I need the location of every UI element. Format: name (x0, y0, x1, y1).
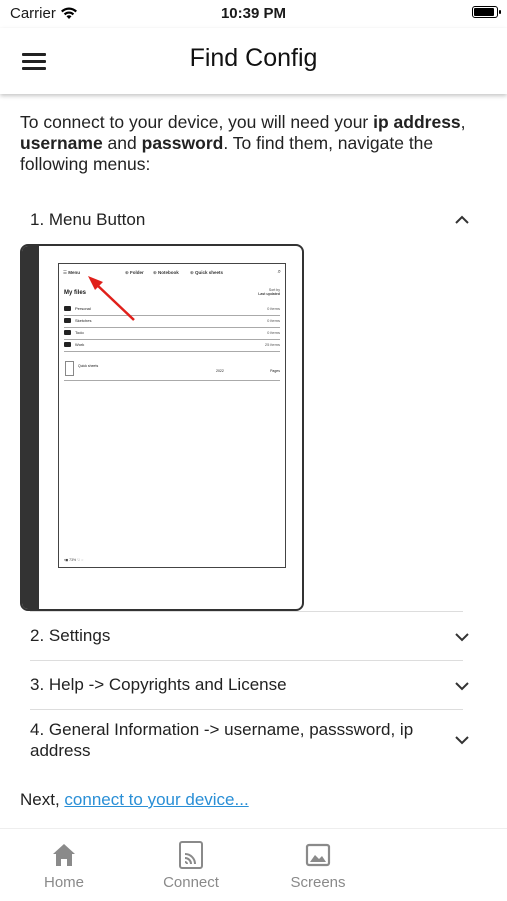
intro-text-part: and (102, 133, 142, 153)
battery-icon (472, 6, 501, 18)
tab-screens[interactable]: Screens (258, 841, 378, 891)
next-step-text: Next, connect to your device... (20, 790, 249, 810)
chevron-down-icon[interactable] (454, 678, 470, 694)
image-icon (305, 843, 331, 867)
tab-label: Home (43, 874, 84, 891)
panel-label: 2. Settings (30, 626, 111, 645)
device-illustration: ☰ Menu ⊕ Folder ⊕ Notebook ⊕ Quick sheet… (20, 244, 304, 611)
divider (30, 660, 463, 661)
divider (30, 709, 463, 710)
username-term: username (20, 133, 103, 153)
app-bar: Find Config (0, 28, 507, 94)
panel-help[interactable]: 3. Help -> Copyrights and License (30, 675, 470, 697)
divider (30, 611, 463, 612)
panel-menu-button[interactable]: 1. Menu Button (30, 210, 470, 232)
chevron-down-icon[interactable] (454, 629, 470, 645)
tab-connect[interactable]: Connect (131, 841, 251, 891)
home-icon (53, 844, 75, 866)
cast-icon (179, 841, 203, 869)
intro-text-part: To connect to your device, you will need… (20, 112, 374, 132)
ip-address-term: ip address (373, 112, 461, 132)
panel-settings[interactable]: 2. Settings (30, 626, 470, 648)
panel-label: 3. Help -> Copyrights and License (30, 675, 287, 694)
arrow-annotation-icon (88, 276, 135, 321)
status-bar: Carrier 10:39 PM (0, 0, 507, 28)
connect-link[interactable]: connect to your device... (64, 790, 248, 809)
tab-home[interactable]: Home (4, 841, 124, 891)
intro-text: To connect to your device, you will need… (20, 112, 492, 175)
panel-label: 4. General Information -> username, pass… (30, 720, 414, 760)
panel-label: 1. Menu Button (30, 210, 146, 229)
chevron-up-icon[interactable] (454, 212, 470, 228)
tab-label: Connect (163, 874, 219, 891)
tab-label: Screens (290, 874, 346, 891)
intro-text-part: , (460, 112, 466, 132)
page-title: Find Config (189, 44, 318, 72)
panel-general-information[interactable]: 4. General Information -> username, pass… (30, 719, 470, 763)
chevron-down-icon[interactable] (454, 732, 470, 748)
password-term: password (141, 133, 224, 153)
tab-bar: Home Connect Screens (0, 828, 507, 901)
status-time: 10:39 PM (220, 5, 287, 22)
next-prefix: Next, (20, 790, 65, 809)
